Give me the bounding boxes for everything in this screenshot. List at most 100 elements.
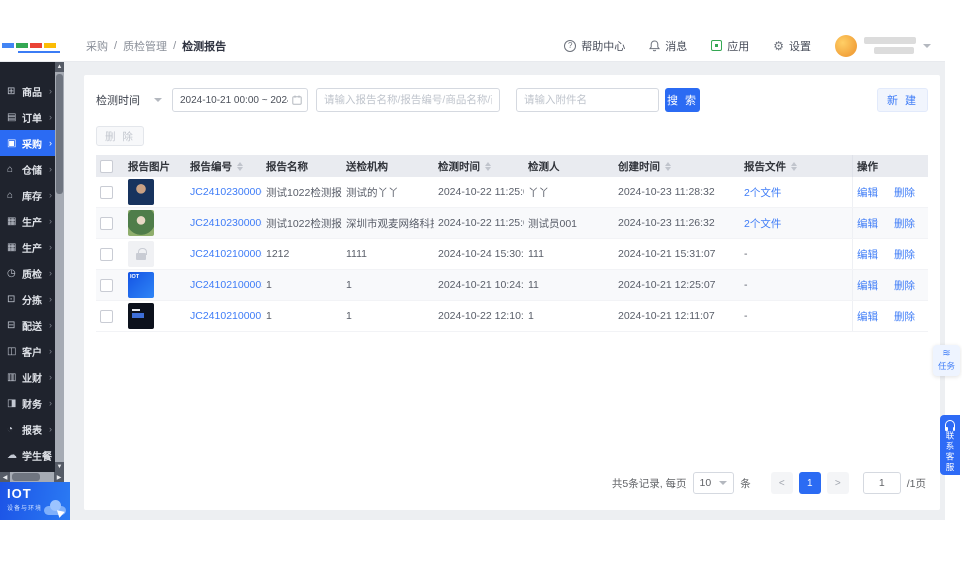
col-report-no[interactable]: 报告编号 xyxy=(186,159,262,174)
breadcrumb-separator: / xyxy=(114,39,118,52)
chevron-right-icon: › xyxy=(49,164,52,174)
delete-link[interactable]: 删除 xyxy=(894,309,915,324)
page-size-select[interactable]: 10 xyxy=(692,472,735,494)
report-image[interactable] xyxy=(128,210,154,236)
tasks-float-button[interactable]: ≋ 任务 xyxy=(933,345,960,376)
report-no-link[interactable]: JC24102300006 xyxy=(190,186,262,198)
apps-icon xyxy=(711,40,723,51)
sidebar-item-inventory[interactable]: ⌂ 库存 › xyxy=(0,182,55,208)
report-no-link[interactable]: JC24102100005 xyxy=(190,248,262,260)
app-body: ⊞ 商品 › ▤ 订单 › ▣ 采购 › ⌂ 仓储 › ⌂ 库存 › ▦ 生产 › ▦ 生产 › ◷ 质检 › … xyxy=(0,62,945,520)
col-files[interactable]: 报告文件 xyxy=(740,159,852,174)
files-link[interactable]: 2个文件 xyxy=(744,185,781,200)
customer-service-float-button[interactable]: 联系客服 xyxy=(940,415,960,475)
row-checkbox[interactable] xyxy=(100,247,113,261)
scroll-down-icon[interactable]: ▼ xyxy=(55,462,64,472)
logo-color-blocks-icon xyxy=(2,42,56,48)
sidebar-item-student-meal[interactable]: ☁ 学生餐 xyxy=(0,442,55,468)
topbar-right: ? 帮助中心 消息 应用 ⚙ 设置 xyxy=(564,34,945,57)
help-center-menu[interactable]: ? 帮助中心 xyxy=(564,38,625,54)
col-agency: 送检机构 xyxy=(346,160,388,173)
delete-link[interactable]: 删除 xyxy=(894,278,915,293)
search-button[interactable]: 搜 索 xyxy=(665,88,700,112)
bulk-delete-button[interactable]: 删 除 xyxy=(96,126,144,146)
messages-menu[interactable]: 消息 xyxy=(649,38,687,54)
report-no-link[interactable]: JC24102100001 xyxy=(190,310,262,322)
report-image[interactable] xyxy=(128,179,154,205)
select-all-checkbox[interactable] xyxy=(100,159,113,173)
tester: 11 xyxy=(528,279,539,291)
col-created[interactable]: 创建时间 xyxy=(614,159,740,174)
col-report-name: 报告名称 xyxy=(266,160,308,173)
sidebar-item-goods[interactable]: ⊞ 商品 › xyxy=(0,78,55,104)
files-empty: - xyxy=(744,310,748,322)
keyword-search-input[interactable] xyxy=(316,88,500,112)
files-link[interactable]: 2个文件 xyxy=(744,216,781,231)
report-image[interactable]: IOT xyxy=(128,272,154,298)
next-page-button[interactable]: > xyxy=(826,472,849,494)
report-no-link[interactable]: JC24102100003 xyxy=(190,279,262,291)
row-checkbox[interactable] xyxy=(100,309,113,323)
sidebar-item-production-1[interactable]: ▦ 生产 › xyxy=(0,208,55,234)
row-checkbox[interactable] xyxy=(100,278,113,292)
created-time: 2024-10-23 11:26:32 xyxy=(618,217,715,229)
attachment-name-input[interactable] xyxy=(516,88,659,112)
agency: 深圳市观麦网络科技 xyxy=(346,217,434,230)
edit-link[interactable]: 编辑 xyxy=(857,247,878,262)
breadcrumb-item[interactable]: 采购 xyxy=(86,38,108,54)
sidebar-item-business-finance[interactable]: ▥ 业财 › xyxy=(0,364,55,390)
edit-link[interactable]: 编辑 xyxy=(857,185,878,200)
row-checkbox[interactable] xyxy=(100,216,113,230)
row-checkbox[interactable] xyxy=(100,185,113,199)
col-test-time[interactable]: 检测时间 xyxy=(434,159,524,174)
sidebar-item-reports[interactable]: ◔ 报表 › xyxy=(0,416,55,442)
sidebar-item-delivery[interactable]: ⊟ 配送 › xyxy=(0,312,55,338)
sidebar-item-warehouse[interactable]: ⌂ 仓储 › xyxy=(0,156,55,182)
settings-menu[interactable]: ⚙ 设置 xyxy=(773,38,811,54)
breadcrumb-item[interactable]: 质检管理 xyxy=(123,38,167,54)
scrollbar-thumb[interactable] xyxy=(56,74,63,194)
sidebar-item-orders[interactable]: ▤ 订单 › xyxy=(0,104,55,130)
sidebar-item-purchase[interactable]: ▣ 采购 › xyxy=(0,130,55,156)
table-row: IOT JC24102100003 1 1 2024-10-21 10:24:0… xyxy=(96,270,928,301)
user-account[interactable] xyxy=(835,34,935,57)
sidebar-item-production-2[interactable]: ▦ 生产 › xyxy=(0,234,55,260)
sidebar-item-sorting[interactable]: ⊡ 分拣 › xyxy=(0,286,55,312)
date-range-input[interactable]: 2024-10-21 00:00 ~ 2024-10-27 24:00 xyxy=(172,88,308,112)
delete-link[interactable]: 删除 xyxy=(894,216,915,231)
layers-icon: ≋ xyxy=(942,348,951,359)
report-no-link[interactable]: JC24102300005 xyxy=(190,217,262,229)
sidebar-vertical-scrollbar[interactable]: ▲ ▼ xyxy=(55,62,64,472)
table-header-row: 报告图片 报告编号 报告名称 送检机构 检测时间 检测人 创建时间 报告文件 操… xyxy=(96,155,928,177)
delete-link[interactable]: 删除 xyxy=(894,185,915,200)
sidebar-item-quality[interactable]: ◷ 质检 › xyxy=(0,260,55,286)
sort-icon[interactable] xyxy=(665,161,671,171)
main-content: 检测时间 2024-10-21 00:00 ~ 2024-10-27 24:00… xyxy=(64,62,945,520)
sidebar-horizontal-scrollbar[interactable]: ◀ ▶ xyxy=(0,472,64,482)
sort-icon[interactable] xyxy=(485,161,491,171)
page-jump-input[interactable] xyxy=(862,472,901,494)
apps-menu[interactable]: 应用 xyxy=(711,38,749,54)
briefcase-icon: ▣ xyxy=(7,137,17,149)
sort-icon[interactable] xyxy=(237,161,243,171)
scroll-right-icon[interactable]: ▶ xyxy=(54,472,64,482)
scroll-left-icon[interactable]: ◀ xyxy=(0,472,10,482)
time-field-select[interactable]: 检测时间 xyxy=(96,92,172,108)
scroll-up-icon[interactable]: ▲ xyxy=(55,62,64,72)
create-button[interactable]: 新 建 xyxy=(876,88,928,112)
sidebar-item-customers[interactable]: ◫ 客户 › xyxy=(0,338,55,364)
chevron-down-icon xyxy=(923,43,931,48)
sidebar-item-finance[interactable]: ◨ 财务 › xyxy=(0,390,55,416)
page-number-button[interactable]: 1 xyxy=(798,472,821,494)
report-image[interactable] xyxy=(128,303,154,329)
delete-link[interactable]: 删除 xyxy=(894,247,915,262)
edit-link[interactable]: 编辑 xyxy=(857,309,878,324)
iot-banner[interactable]: IOT 设备与环境 xyxy=(0,482,70,520)
test-time: 2024-10-22 11:25:00 xyxy=(438,186,524,198)
sort-icon[interactable] xyxy=(791,161,797,171)
edit-link[interactable]: 编辑 xyxy=(857,216,878,231)
report-image-placeholder[interactable] xyxy=(128,241,154,267)
scrollbar-thumb[interactable] xyxy=(12,473,40,481)
edit-link[interactable]: 编辑 xyxy=(857,278,878,293)
prev-page-button[interactable]: < xyxy=(770,472,793,494)
